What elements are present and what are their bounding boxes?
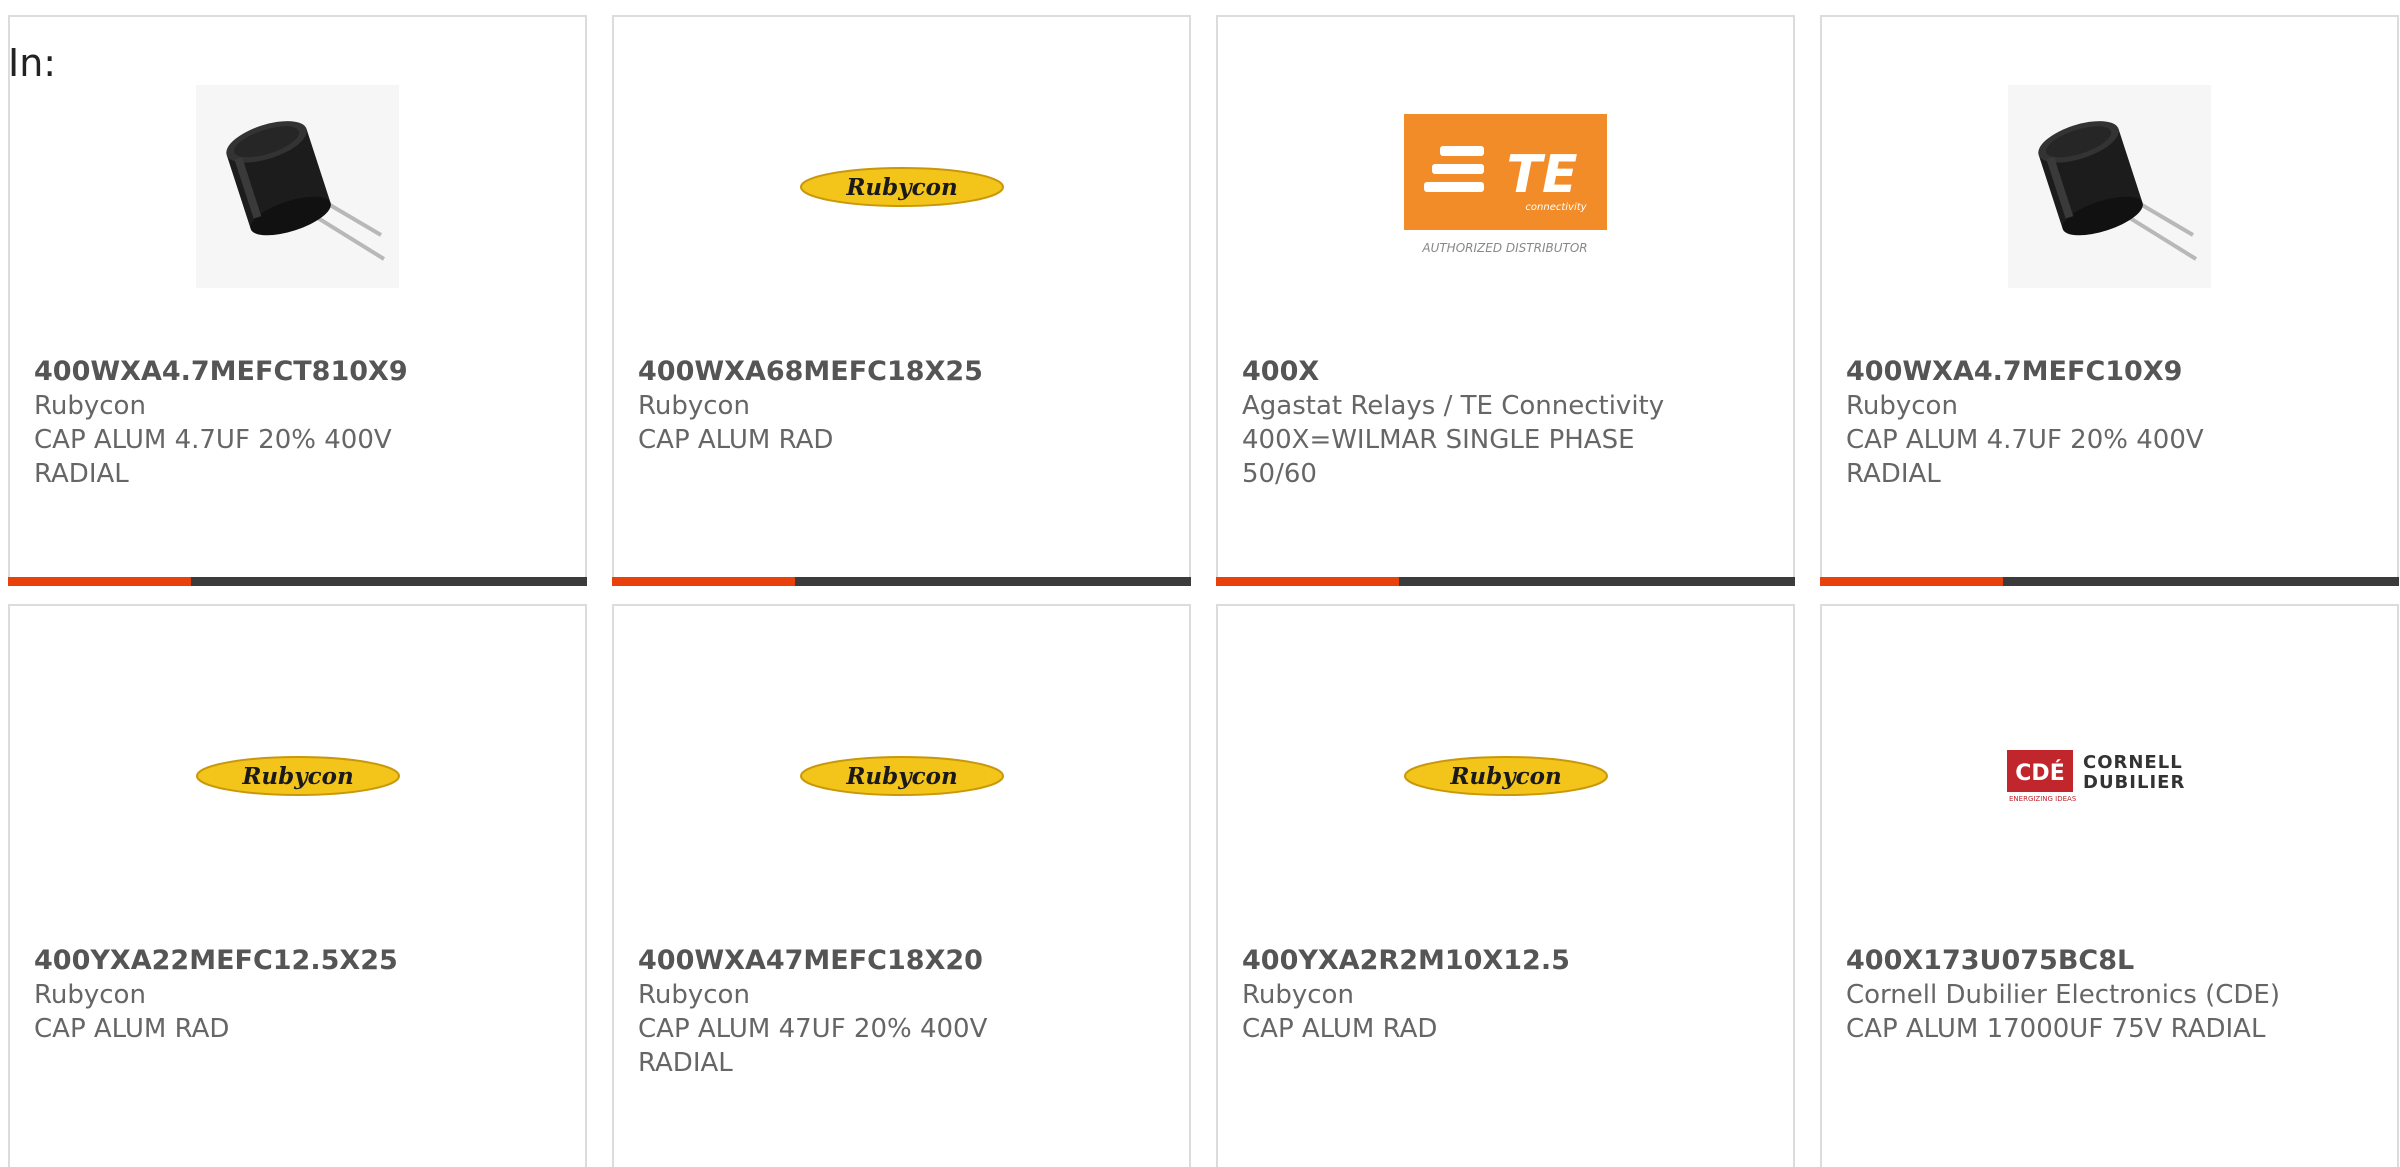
part-number[interactable]: 400X173U075BC8L xyxy=(1846,944,2377,978)
card-accent-bar xyxy=(1820,577,2003,586)
rubycon-logo-icon: Rubycon xyxy=(195,755,400,796)
cde-logo-icon: CDÉ ENERGIZING IDEAS CORNELL DUBILIER xyxy=(2006,749,2185,803)
authorized-distributor-caption: AUTHORIZED DISTRIBUTOR xyxy=(1421,241,1587,255)
description: CAP ALUM RAD xyxy=(1242,1014,1438,1044)
rubycon-logo-text: Rubycon xyxy=(845,763,957,790)
rubycon-logo-text: Rubycon xyxy=(1449,763,1561,790)
manufacturer: Agastat Relays / TE Connectivity xyxy=(1242,391,1665,421)
product-info: 400X Agastat Relays / TE Connectivity 40… xyxy=(1242,355,1773,491)
product-card[interactable]: Rubycon 400WXA47MEFC18X20 Rubycon CAP AL… xyxy=(612,604,1191,1167)
cde-logo-text: CDÉ xyxy=(2015,760,2064,786)
cde-logo-tagline: ENERGIZING IDEAS xyxy=(2009,795,2077,803)
product-grid: 400WXA4.7MEFCT810X9 Rubycon CAP ALUM 4.7… xyxy=(8,15,2399,1167)
te-logo-text: TE xyxy=(1507,145,1578,205)
part-number[interactable]: 400WXA68MEFC18X25 xyxy=(638,355,1169,389)
product-info: 400WXA4.7MEFC10X9 Rubycon CAP ALUM 4.7UF… xyxy=(1846,355,2377,491)
part-number[interactable]: 400WXA4.7MEFCT810X9 xyxy=(34,355,565,389)
capacitor-photo-icon xyxy=(196,85,399,288)
description: CAP ALUM RAD xyxy=(34,1014,230,1044)
product-info: 400YXA22MEFC12.5X25 Rubycon CAP ALUM RAD xyxy=(34,944,565,1046)
product-card[interactable]: Rubycon 400YXA2R2M10X12.5 Rubycon CAP AL… xyxy=(1216,604,1795,1167)
product-image[interactable]: Rubycon xyxy=(614,85,1189,288)
part-number[interactable]: 400YXA22MEFC12.5X25 xyxy=(34,944,565,978)
manufacturer: Rubycon xyxy=(1242,980,1354,1010)
card-bottom-bar xyxy=(1216,577,1795,586)
card-accent-bar xyxy=(1216,577,1399,586)
manufacturer: Rubycon xyxy=(34,391,146,421)
description: CAP ALUM 4.7UF 20% 400V RADIAL xyxy=(34,425,392,489)
description: 400X=WILMAR SINGLE PHASE 50/60 xyxy=(1242,425,1635,489)
rubycon-logo-icon: Rubycon xyxy=(799,755,1004,796)
card-accent-bar xyxy=(8,577,191,586)
product-info: 400YXA2R2M10X12.5 Rubycon CAP ALUM RAD xyxy=(1242,944,1773,1046)
product-image[interactable] xyxy=(10,85,585,288)
description: CAP ALUM RAD xyxy=(638,425,834,455)
part-number[interactable]: 400WXA47MEFC18X20 xyxy=(638,944,1169,978)
product-card[interactable]: TE connectivity AUTHORIZED DISTRIBUTOR 4… xyxy=(1216,15,1795,586)
manufacturer: Rubycon xyxy=(638,980,750,1010)
manufacturer: Rubycon xyxy=(1846,391,1958,421)
manufacturer: Cornell Dubilier Electronics (CDE) xyxy=(1846,980,2280,1010)
product-card[interactable]: Rubycon 400WXA68MEFC18X25 Rubycon CAP AL… xyxy=(612,15,1191,586)
manufacturer: Rubycon xyxy=(638,391,750,421)
cde-logo-name-2: DUBILIER xyxy=(2083,772,2185,793)
product-card[interactable]: 400WXA4.7MEFCT810X9 Rubycon CAP ALUM 4.7… xyxy=(8,15,587,586)
product-image[interactable]: Rubycon xyxy=(1218,674,1793,877)
product-image[interactable]: Rubycon xyxy=(614,674,1189,877)
filter-label: In: xyxy=(8,41,57,85)
product-card[interactable]: CDÉ ENERGIZING IDEAS CORNELL DUBILIER 40… xyxy=(1820,604,2399,1167)
product-card[interactable]: Rubycon 400YXA22MEFC12.5X25 Rubycon CAP … xyxy=(8,604,587,1167)
description: CAP ALUM 4.7UF 20% 400V RADIAL xyxy=(1846,425,2204,489)
product-image[interactable]: CDÉ ENERGIZING IDEAS CORNELL DUBILIER xyxy=(1822,674,2397,877)
product-image[interactable]: TE connectivity AUTHORIZED DISTRIBUTOR xyxy=(1218,85,1793,288)
card-accent-bar xyxy=(612,577,795,586)
product-info: 400X173U075BC8L Cornell Dubilier Electro… xyxy=(1846,944,2377,1046)
rubycon-logo-icon: Rubycon xyxy=(799,166,1004,207)
card-bottom-bar xyxy=(8,577,587,586)
product-image[interactable]: Rubycon xyxy=(10,674,585,877)
card-bottom-bar xyxy=(612,577,1191,586)
part-number[interactable]: 400YXA2R2M10X12.5 xyxy=(1242,944,1773,978)
rubycon-logo-text: Rubycon xyxy=(241,763,353,790)
rubycon-logo-icon: Rubycon xyxy=(1403,755,1608,796)
product-image[interactable] xyxy=(1822,85,2397,288)
card-bottom-bar xyxy=(1820,577,2399,586)
part-number[interactable]: 400WXA4.7MEFC10X9 xyxy=(1846,355,2377,389)
te-connectivity-logo-icon: TE connectivity AUTHORIZED DISTRIBUTOR xyxy=(1404,114,1607,255)
product-info: 400WXA47MEFC18X20 Rubycon CAP ALUM 47UF … xyxy=(638,944,1169,1080)
capacitor-photo-icon xyxy=(2008,85,2211,288)
description: CAP ALUM 17000UF 75V RADIAL xyxy=(1846,1014,2266,1044)
product-info: 400WXA68MEFC18X25 Rubycon CAP ALUM RAD xyxy=(638,355,1169,457)
product-results-page: In: 400WXA4.7MEFCT810X9 Rubycon CAP ALUM… xyxy=(0,0,2400,1167)
product-info: 400WXA4.7MEFCT810X9 Rubycon CAP ALUM 4.7… xyxy=(34,355,565,491)
rubycon-logo-text: Rubycon xyxy=(845,174,957,201)
manufacturer: Rubycon xyxy=(34,980,146,1010)
part-number[interactable]: 400X xyxy=(1242,355,1773,389)
cde-logo-name-1: CORNELL xyxy=(2083,752,2183,773)
te-logo-subtext: connectivity xyxy=(1525,202,1587,213)
description: CAP ALUM 47UF 20% 400V RADIAL xyxy=(638,1014,988,1078)
product-card[interactable]: 400WXA4.7MEFC10X9 Rubycon CAP ALUM 4.7UF… xyxy=(1820,15,2399,586)
